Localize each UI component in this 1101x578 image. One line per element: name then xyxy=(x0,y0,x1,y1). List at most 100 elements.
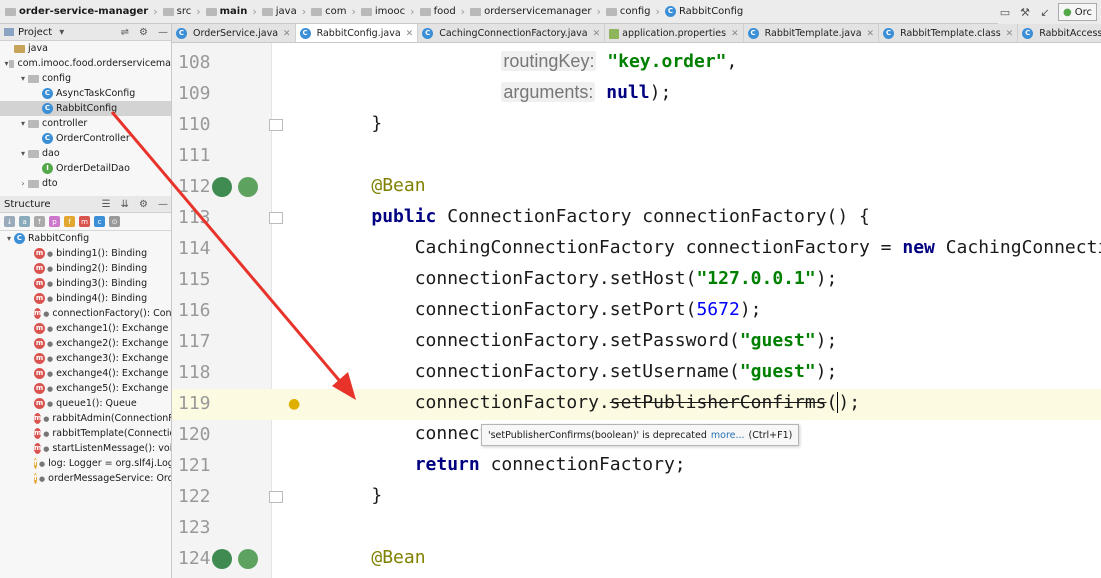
lightbulb-icon[interactable]: ● xyxy=(288,396,300,412)
scroll-from-source-icon[interactable]: ⇌ xyxy=(118,27,132,38)
expand-arrow-icon[interactable]: › xyxy=(18,179,28,188)
close-icon[interactable]: ✕ xyxy=(867,29,875,39)
project-tree-item[interactable]: C RabbitConfig xyxy=(0,101,171,116)
breadcrumb-item[interactable]: food xyxy=(417,0,459,23)
project-tree-item[interactable]: C OrderController xyxy=(0,131,171,146)
spring-bean-icon[interactable] xyxy=(238,549,258,569)
structure-member[interactable]: m ● binding2(): Binding xyxy=(0,261,171,276)
bean-navigation-icon[interactable] xyxy=(212,177,232,197)
structure-member[interactable]: m ● binding1(): Binding xyxy=(0,246,171,261)
code-line[interactable]: 108 routingKey: "key.order", xyxy=(172,48,1101,79)
settings-gear-icon[interactable]: ⚙ xyxy=(136,27,151,38)
code-line[interactable]: 116 connectionFactory.setPort(5672); xyxy=(172,296,1101,327)
close-icon[interactable]: ✕ xyxy=(406,29,414,39)
show-properties-icon[interactable]: p xyxy=(49,216,60,227)
breadcrumb-item[interactable]: src xyxy=(160,0,195,23)
breadcrumb-item[interactable]: com xyxy=(308,0,349,23)
expand-all-icon[interactable]: ☰ xyxy=(99,199,114,210)
editor-tab[interactable]: C RabbitTemplate.class ✕ xyxy=(879,24,1019,42)
code-line[interactable]: 123 xyxy=(172,513,1101,544)
fold-marker-icon[interactable] xyxy=(269,119,283,131)
sort-alpha-icon[interactable]: a xyxy=(19,216,30,227)
code-line[interactable]: 115 connectionFactory.setHost("127.0.0.1… xyxy=(172,265,1101,296)
code-line[interactable]: 113 public ConnectionFactory connectionF… xyxy=(172,203,1101,234)
show-fields-icon[interactable]: f xyxy=(64,216,75,227)
close-icon[interactable]: ✕ xyxy=(283,29,291,39)
structure-member[interactable]: m ● exchange2(): Exchange xyxy=(0,336,171,351)
structure-member[interactable]: m ● startListenMessage(): void xyxy=(0,441,171,456)
project-panel-title[interactable]: Project xyxy=(18,27,52,38)
breadcrumb-item[interactable]: main xyxy=(203,0,251,23)
code-editor[interactable]: 108 routingKey: "key.order", 109 argument… xyxy=(172,43,1101,578)
project-tree-item[interactable]: ▾ dao xyxy=(0,146,171,161)
structure-member[interactable]: m ● binding4(): Binding xyxy=(0,291,171,306)
breadcrumb-item[interactable]: orderservicemanager xyxy=(467,0,594,23)
editor-tab[interactable]: C OrderService.java ✕ xyxy=(172,24,296,42)
structure-member[interactable]: f ● log: Logger = org.slf4j.Log xyxy=(0,456,171,471)
expand-arrow-icon[interactable]: ▾ xyxy=(18,74,28,83)
breadcrumb-item[interactable]: order-service-manager xyxy=(2,0,151,23)
structure-member[interactable]: m ● exchange5(): Exchange xyxy=(0,381,171,396)
structure-member[interactable]: m ● queue1(): Queue xyxy=(0,396,171,411)
close-icon[interactable]: ✕ xyxy=(1006,29,1014,39)
project-tree-item[interactable]: java xyxy=(0,41,171,56)
editor-tab[interactable]: CRabbitAccessor.java✕ xyxy=(1018,24,1101,42)
show-inherited-icon[interactable]: ↑ xyxy=(34,216,45,227)
expand-arrow-icon[interactable]: ▾ xyxy=(4,234,14,243)
structure-root[interactable]: ▾ C RabbitConfig xyxy=(0,231,171,246)
settings-gear-icon[interactable]: ⚙ xyxy=(136,199,151,210)
project-tree-item[interactable]: ▾ com.imooc.food.orderservicema xyxy=(0,56,171,71)
code-line[interactable]: 124 @Bean xyxy=(172,544,1101,575)
fold-marker-icon[interactable] xyxy=(269,212,283,224)
project-tree-item[interactable]: ▾ config xyxy=(0,71,171,86)
project-tree-item[interactable]: I OrderDetailDao xyxy=(0,161,171,176)
code-line[interactable]: 114 CachingConnectionFactory connectionF… xyxy=(172,234,1101,265)
code-line[interactable]: 111 xyxy=(172,141,1101,172)
run-configuration-selector[interactable]: ● Orc xyxy=(1058,3,1097,21)
code-line[interactable]: 121 return connectionFactory; xyxy=(172,451,1101,482)
code-line[interactable]: 109 arguments: null); xyxy=(172,79,1101,110)
layout-icon[interactable]: ▭ xyxy=(998,5,1012,19)
editor-tab[interactable]: C RabbitTemplate.java ✕ xyxy=(744,24,880,42)
code-line[interactable]: 117 connectionFactory.setPassword("guest… xyxy=(172,327,1101,358)
structure-member[interactable]: m ● exchange1(): Exchange xyxy=(0,321,171,336)
structure-member[interactable]: m ● rabbitAdmin(ConnectionFac xyxy=(0,411,171,426)
expand-arrow-icon[interactable]: ▾ xyxy=(18,149,28,158)
project-tree-item[interactable]: › dto xyxy=(0,176,171,191)
structure-member[interactable]: m ● exchange4(): Exchange xyxy=(0,366,171,381)
breadcrumb-item[interactable]: config xyxy=(603,0,654,23)
project-tree-item[interactable]: C AsyncTaskConfig xyxy=(0,86,171,101)
breadcrumb-item[interactable]: C RabbitConfig xyxy=(662,0,746,23)
fold-marker-icon[interactable] xyxy=(269,491,283,503)
editor-tab[interactable]: C RabbitConfig.java ✕ xyxy=(295,24,419,42)
breadcrumb-item[interactable]: imooc xyxy=(358,0,408,23)
structure-member[interactable]: m ● rabbitTemplate(Connection xyxy=(0,426,171,441)
structure-member[interactable]: m ● exchange3(): Exchange xyxy=(0,351,171,366)
autoscroll-icon[interactable]: ⊙ xyxy=(109,216,120,227)
structure-member[interactable]: f ● orderMessageService: Ord xyxy=(0,471,171,486)
expand-arrow-icon[interactable]: ▾ xyxy=(18,119,28,128)
sort-visibility-icon[interactable]: ↓ xyxy=(4,216,15,227)
show-classes-icon[interactable]: c xyxy=(94,216,105,227)
hammer-icon[interactable]: ⚒ xyxy=(1018,5,1032,19)
code-line[interactable]: 119 ● connectionFactory.setPublisherConfi… xyxy=(172,389,1101,420)
close-icon[interactable]: ✕ xyxy=(593,29,601,39)
tooltip-more-link[interactable]: more... xyxy=(711,430,745,441)
editor-tab[interactable]: C CachingConnectionFactory.java ✕ xyxy=(418,24,606,42)
editor-tab[interactable]: application.properties ✕ xyxy=(605,24,744,42)
structure-member[interactable]: m ● connectionFactory(): Conne xyxy=(0,306,171,321)
back-icon[interactable]: ↙ xyxy=(1038,5,1052,19)
bean-navigation-icon[interactable] xyxy=(212,549,232,569)
code-line[interactable]: 122 } xyxy=(172,482,1101,513)
minimize-icon[interactable]: — xyxy=(155,199,171,210)
structure-member[interactable]: m ● binding3(): Binding xyxy=(0,276,171,291)
close-icon[interactable]: ✕ xyxy=(731,29,739,39)
minimize-icon[interactable]: — xyxy=(155,27,171,38)
breadcrumb-item[interactable]: java xyxy=(259,0,300,23)
dropdown-icon[interactable]: ▾ xyxy=(56,27,67,38)
show-methods-icon[interactable]: m xyxy=(79,216,90,227)
code-line[interactable]: 112 @Bean xyxy=(172,172,1101,203)
project-tree-item[interactable]: ▾ controller xyxy=(0,116,171,131)
code-line[interactable]: 118 connectionFactory.setUsername("guest… xyxy=(172,358,1101,389)
spring-bean-icon[interactable] xyxy=(238,177,258,197)
